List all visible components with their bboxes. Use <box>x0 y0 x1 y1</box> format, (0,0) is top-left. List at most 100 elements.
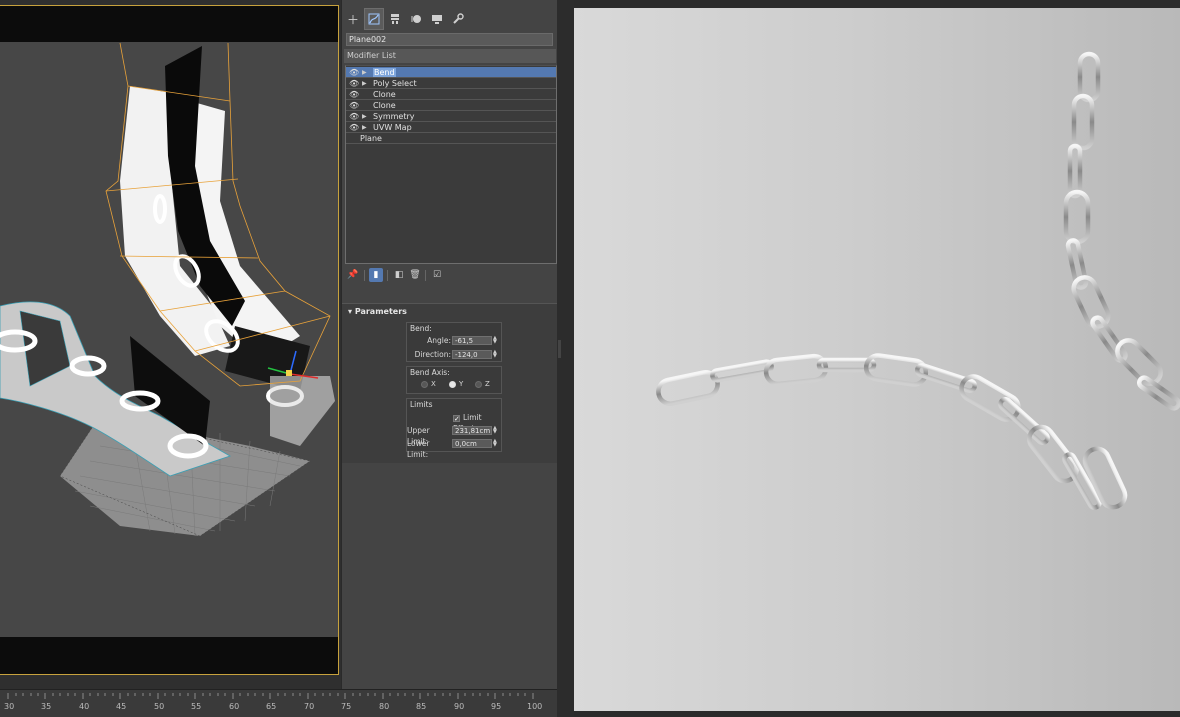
stack-item-label: Clone <box>373 90 396 99</box>
stack-item-uvw-map[interactable]: 👁 ▶ UVW Map <box>346 122 556 133</box>
expand-triangle-icon[interactable]: ▶ <box>362 78 367 89</box>
hierarchy-icon <box>391 14 399 24</box>
angle-spinner[interactable]: -61,5 <box>452 336 492 345</box>
timeline-label: 55 <box>191 702 201 711</box>
limits-label: Limits <box>410 400 433 409</box>
create-tab[interactable]: ＋ <box>343 8 363 30</box>
object-name-field[interactable]: Plane002 <box>346 33 553 46</box>
limits-group: Limits ✓Limit Effect Upper Limit: 231,81… <box>406 398 503 460</box>
spinner-arrows-icon[interactable]: ▲ ▼ <box>493 439 497 448</box>
eye-icon[interactable]: 👁 <box>349 78 359 89</box>
parameters-rollout: ▾ Parameters Bend: Angle: -61,5 ▲ ▼ Direc… <box>342 303 558 463</box>
modifier-stack[interactable]: 👁 ▶ Bend 👁 ▶ Poly Select 👁 Clone 👁 Clone… <box>345 65 557 264</box>
safe-frame-bottom <box>0 637 338 674</box>
modify-icon <box>368 13 380 25</box>
hierarchy-tab[interactable] <box>385 8 405 30</box>
timeline-label: 45 <box>116 702 126 711</box>
command-panel: ＋ Plane002 Modifier List 👁 ▶ Bend 👁 ▶ Po… <box>341 0 558 689</box>
make-unique-button[interactable]: ◧ <box>392 268 406 282</box>
stack-item-clone[interactable]: 👁 Clone <box>346 100 556 111</box>
rollout-header[interactable]: ▾ Parameters <box>348 307 407 316</box>
toolbar-divider <box>387 270 388 281</box>
render-frame-window <box>574 8 1180 711</box>
viewport-frame[interactable] <box>0 5 339 675</box>
timeline-label: 30 <box>4 702 14 711</box>
timeline-label: 50 <box>154 702 164 711</box>
direction-row: Direction: -124,0 ▲ ▼ <box>407 349 503 360</box>
rollout-title: Parameters <box>354 307 407 316</box>
direction-label: Direction: <box>414 350 451 359</box>
stack-item-poly-select[interactable]: 👁 ▶ Poly Select <box>346 78 556 89</box>
pin-stack-button[interactable]: 📌 <box>346 268 360 282</box>
eye-icon[interactable]: 👁 <box>349 122 359 133</box>
display-tab[interactable] <box>427 8 447 30</box>
radio-off-icon <box>421 380 428 388</box>
motion-tab[interactable] <box>406 8 426 30</box>
limit-effect-row[interactable]: ✓Limit Effect <box>407 412 503 433</box>
configure-icon: ☑ <box>432 270 442 280</box>
angle-label: Angle: <box>427 336 451 345</box>
axis-x-radio[interactable]: X <box>421 380 436 388</box>
bend-axis-label: Bend Axis: <box>410 368 450 377</box>
bend-group-label: Bend: <box>410 324 432 333</box>
timeline-ruler[interactable]: 30 35 40 45 50 55 60 65 70 75 80 85 90 9… <box>0 689 557 717</box>
stack-item-symmetry[interactable]: 👁 ▶ Symmetry <box>346 111 556 122</box>
checkmark-icon: ✓ <box>453 414 460 423</box>
axis-z-label: Z <box>485 380 490 388</box>
timeline-label: 75 <box>341 702 351 711</box>
angle-row: Angle: -61,5 ▲ ▼ <box>407 335 503 346</box>
spinner-arrows-icon[interactable]: ▲ ▼ <box>493 426 497 435</box>
upper-limit-row: Upper Limit: 231,81cm ▲ ▼ <box>407 425 503 447</box>
toolbar-divider <box>364 270 365 281</box>
spinner-arrows-icon[interactable]: ▲ ▼ <box>493 336 497 345</box>
utilities-tab[interactable] <box>448 8 468 30</box>
command-panel-tabs: ＋ <box>342 8 558 30</box>
timeline-label: 60 <box>229 702 239 711</box>
modifier-list-dropdown[interactable]: Modifier List <box>344 49 556 63</box>
modify-tab[interactable] <box>364 8 384 30</box>
chain-links <box>656 51 1180 510</box>
eye-icon[interactable]: 👁 <box>349 111 359 122</box>
expand-triangle-icon[interactable]: ▶ <box>362 122 367 133</box>
make-unique-icon: ◧ <box>394 270 404 280</box>
axis-z-radio[interactable]: Z <box>475 380 490 388</box>
eye-icon[interactable]: 👁 <box>349 89 359 100</box>
direction-spinner[interactable]: -124,0 <box>452 350 492 359</box>
stack-item-clone[interactable]: 👁 Clone <box>346 89 556 100</box>
bend-group: Bend: Angle: -61,5 ▲ ▼ Direction: -124,0 … <box>406 322 502 362</box>
radio-off-icon <box>475 380 482 388</box>
timeline-label: 100 <box>527 702 542 711</box>
expand-triangle-icon[interactable]: ▶ <box>362 111 367 122</box>
expand-triangle-icon[interactable]: ▶ <box>362 67 367 78</box>
lower-limit-row: Lower Limit: 0,0cm ▲ ▼ <box>407 438 503 460</box>
timeline-label: 90 <box>454 702 464 711</box>
timeline-label: 40 <box>79 702 89 711</box>
upper-limit-spinner[interactable]: 231,81cm <box>452 426 492 435</box>
timeline-label: 70 <box>304 702 314 711</box>
lower-limit-spinner[interactable]: 0,0cm <box>452 439 492 448</box>
viewport-scene[interactable] <box>0 6 339 675</box>
eye-icon[interactable]: 👁 <box>349 67 359 78</box>
stack-item-label: Plane <box>360 134 382 143</box>
show-end-result-button[interactable]: ▮ <box>369 268 383 282</box>
stack-item-bend[interactable]: 👁 ▶ Bend <box>346 67 556 78</box>
axis-y-radio[interactable]: Y <box>449 380 463 388</box>
eye-icon[interactable]: 👁 <box>349 100 359 111</box>
panel-splitter[interactable] <box>557 0 574 717</box>
configure-sets-button[interactable]: ☑ <box>430 268 444 282</box>
stack-item-label: Symmetry <box>373 112 415 121</box>
show-end-result-icon: ▮ <box>373 270 379 280</box>
remove-modifier-button[interactable]: 🗑 <box>408 268 422 282</box>
timeline-label: 85 <box>416 702 426 711</box>
stack-item-plane[interactable]: Plane <box>346 133 556 144</box>
timeline-ticks[interactable]: 30 35 40 45 50 55 60 65 70 75 80 85 90 9… <box>0 690 557 717</box>
create-icon: ＋ <box>346 12 359 27</box>
stack-item-label: Poly Select <box>373 79 417 88</box>
spinner-arrows-icon[interactable]: ▲ ▼ <box>493 350 497 359</box>
perspective-viewport[interactable] <box>0 0 341 717</box>
timeline-label: 65 <box>266 702 276 711</box>
axis-x-label: X <box>431 380 436 388</box>
timeline-label: 95 <box>491 702 501 711</box>
splitter-grip-icon[interactable] <box>558 340 561 358</box>
motion-icon <box>411 15 421 23</box>
